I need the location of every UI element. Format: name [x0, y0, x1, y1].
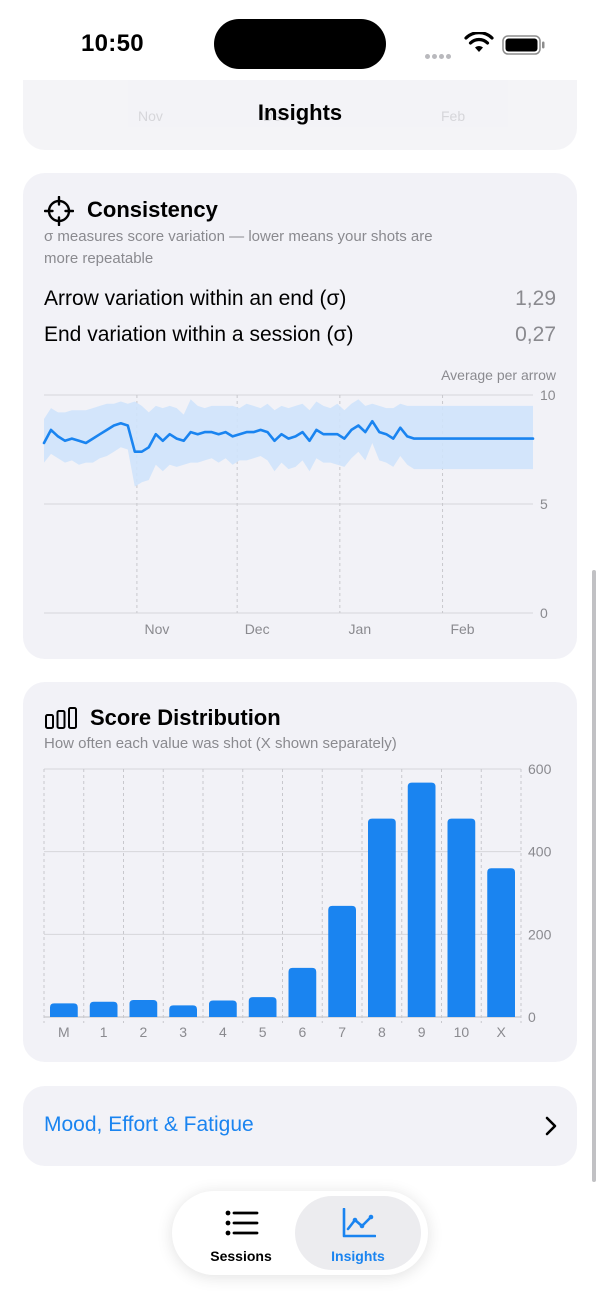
tab-bar: Sessions Insights [172, 1191, 428, 1275]
y-tick-label: 600 [528, 761, 552, 777]
status-bar: 10:50 [0, 0, 600, 90]
bar [248, 997, 277, 1017]
x-tick-label: Feb [450, 621, 474, 637]
y-tick-label: 0 [528, 1009, 536, 1025]
chart-y-caption: Average per arrow [441, 367, 556, 383]
tab-insights[interactable]: Insights [295, 1196, 421, 1270]
bar [368, 818, 396, 1017]
bar [328, 905, 356, 1017]
tab-sessions[interactable]: Sessions [178, 1196, 304, 1270]
bar [487, 868, 515, 1017]
arrow-variation-value: 1,29 [515, 287, 556, 310]
x-tick-label: 9 [418, 1024, 426, 1040]
y-tick-label: 400 [528, 844, 552, 860]
tab-sessions-label: Sessions [210, 1248, 272, 1264]
variation-band [44, 399, 533, 487]
line-chart-icon [342, 1208, 376, 1238]
x-tick-label: Jan [349, 621, 372, 637]
consistency-subtitle-line2: more repeatable [44, 250, 154, 267]
score-bar-chart: 0 200 400 600 M 1 2 3 4 5 6 7 8 9 10 X [43, 761, 552, 1040]
x-tick-label: M [58, 1024, 70, 1040]
consistency-subtitle-line1: σ measures score variation — lower means… [44, 228, 433, 245]
bar [288, 967, 317, 1017]
x-tick-label: Nov [144, 621, 169, 637]
page-title: Insights [257, 100, 343, 125]
x-tick-label: Dec [245, 621, 270, 637]
x-tick-label: 6 [298, 1024, 306, 1040]
y-tick-label: 200 [528, 926, 552, 942]
wifi-icon [464, 32, 494, 52]
list-icon [225, 1210, 259, 1236]
x-tick-label: 8 [378, 1024, 386, 1040]
mood-effort-fatigue-row[interactable]: Mood, Effort & Fatigue [23, 1086, 577, 1166]
bar [169, 1005, 197, 1017]
battery-icon [502, 35, 545, 55]
arrow-variation-label: Arrow variation within an end (σ) [44, 287, 347, 310]
score-distribution-title: Score Distribution [90, 705, 281, 730]
x-tick-label: 1 [100, 1024, 108, 1040]
y-tick-label: 5 [540, 496, 548, 512]
tab-insights-label: Insights [331, 1248, 385, 1264]
mood-effort-fatigue-label: Mood, Effort & Fatigue [44, 1113, 254, 1136]
consistency-line-chart: 0 5 10 Nov Dec Jan Feb [42, 387, 556, 637]
bar [447, 818, 476, 1017]
cellular-signal-icon [425, 46, 453, 64]
dynamic-island [214, 19, 386, 69]
x-tick-label: 2 [139, 1024, 147, 1040]
consistency-card: Consistency σ measures score variation —… [23, 173, 577, 659]
y-tick-label: 10 [540, 387, 556, 403]
bar [129, 1000, 158, 1017]
scroll-indicator[interactable] [592, 570, 596, 1182]
chevron-right-icon [545, 1116, 557, 1136]
bar-chart-icon [45, 707, 77, 729]
x-tick-label: 4 [219, 1024, 227, 1040]
x-tick-label: 3 [179, 1024, 187, 1040]
x-tick-label: X [496, 1024, 506, 1040]
y-tick-label: 0 [540, 605, 548, 621]
score-distribution-card: Score Distribution How often each value … [23, 682, 577, 1062]
x-tick-label: 7 [338, 1024, 346, 1040]
end-variation-value: 0,27 [515, 323, 556, 346]
bar [407, 782, 436, 1017]
bar [209, 1000, 237, 1017]
consistency-title: Consistency [87, 197, 218, 222]
end-variation-label: End variation within a session (σ) [44, 323, 354, 346]
x-tick-label: 10 [454, 1024, 470, 1040]
status-time: 10:50 [81, 30, 144, 57]
x-tick-label: 5 [259, 1024, 267, 1040]
score-distribution-subtitle: How often each value was shot (X shown s… [44, 735, 397, 752]
bar [50, 1003, 78, 1017]
crosshair-icon [44, 196, 74, 226]
bar [89, 1001, 118, 1017]
